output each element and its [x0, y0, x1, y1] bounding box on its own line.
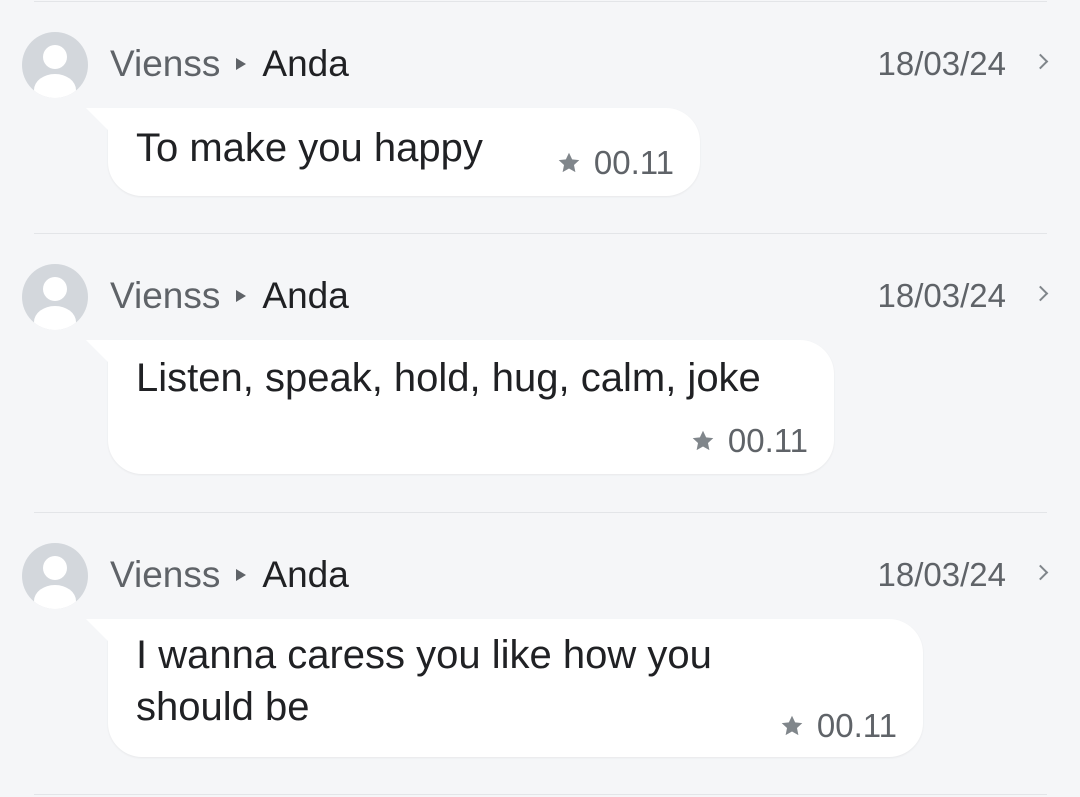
- star-icon: [558, 152, 580, 173]
- play-arrow-icon: [236, 569, 247, 581]
- message-bubble[interactable]: I wanna caress you like how you should b…: [86, 619, 923, 757]
- sender-recipient-line: Vienss Anda: [110, 554, 349, 595]
- bubble-tail: [86, 108, 108, 130]
- message-bubble[interactable]: Listen, speak, hold, hug, calm, joke 00.…: [86, 340, 834, 474]
- avatar[interactable]: [22, 264, 88, 330]
- message-divider: [34, 512, 1047, 513]
- bottom-divider: [34, 794, 1047, 795]
- play-arrow-icon: [236, 290, 247, 302]
- sender-name: Vienss: [110, 554, 221, 595]
- message-date: 18/03/24: [877, 556, 1006, 593]
- avatar[interactable]: [22, 543, 88, 609]
- message-meta: 00.11: [690, 422, 808, 460]
- chevron-right-icon[interactable]: [1032, 285, 1049, 302]
- star-icon: [692, 430, 714, 451]
- message-entry[interactable]: Vienss Anda 18/03/24 Listen, speak, hold…: [0, 264, 1080, 479]
- bubble-tail: [86, 340, 108, 362]
- message-text: Listen, speak, hold, hug, calm, joke: [136, 356, 761, 400]
- message-time: 00.11: [593, 144, 674, 181]
- sender-recipient-line: Vienss Anda: [110, 43, 349, 84]
- message-divider: [34, 233, 1047, 234]
- avatar-shoulders-shape: [34, 306, 76, 330]
- avatar[interactable]: [22, 32, 88, 98]
- recipient-name: Anda: [262, 554, 349, 595]
- star-icon: [781, 715, 803, 736]
- message-meta: 00.11: [779, 707, 897, 745]
- message-meta: 00.11: [556, 144, 674, 182]
- recipient-name: Anda: [262, 275, 349, 316]
- message-bubble[interactable]: To make you happy 00.11: [86, 108, 700, 196]
- message-time: 00.11: [816, 707, 897, 744]
- message-text: To make you happy: [136, 126, 483, 170]
- avatar-shoulders-shape: [34, 74, 76, 98]
- chevron-right-icon[interactable]: [1032, 53, 1049, 70]
- message-entry[interactable]: Vienss Anda 18/03/24 To make you happy 0…: [0, 32, 1080, 202]
- sender-recipient-line: Vienss Anda: [110, 275, 349, 316]
- message-text: I wanna caress you like how you should b…: [136, 629, 712, 733]
- bubble-tail: [86, 619, 108, 641]
- avatar-shoulders-shape: [34, 585, 76, 609]
- avatar-head-shape: [43, 45, 67, 69]
- avatar-head-shape: [43, 277, 67, 301]
- message-date: 18/03/24: [877, 45, 1006, 82]
- message-time: 00.11: [727, 422, 808, 459]
- message-text-line: I wanna caress you like how you: [136, 633, 712, 677]
- message-date: 18/03/24: [877, 277, 1006, 314]
- avatar-head-shape: [43, 556, 67, 580]
- recipient-name: Anda: [262, 43, 349, 84]
- top-divider: [34, 1, 1047, 2]
- sender-name: Vienss: [110, 275, 221, 316]
- sender-name: Vienss: [110, 43, 221, 84]
- play-arrow-icon: [236, 58, 247, 70]
- message-text-line: should be: [136, 685, 310, 729]
- chevron-right-icon[interactable]: [1032, 564, 1049, 581]
- message-entry[interactable]: Vienss Anda 18/03/24 I wanna caress you …: [0, 543, 1080, 763]
